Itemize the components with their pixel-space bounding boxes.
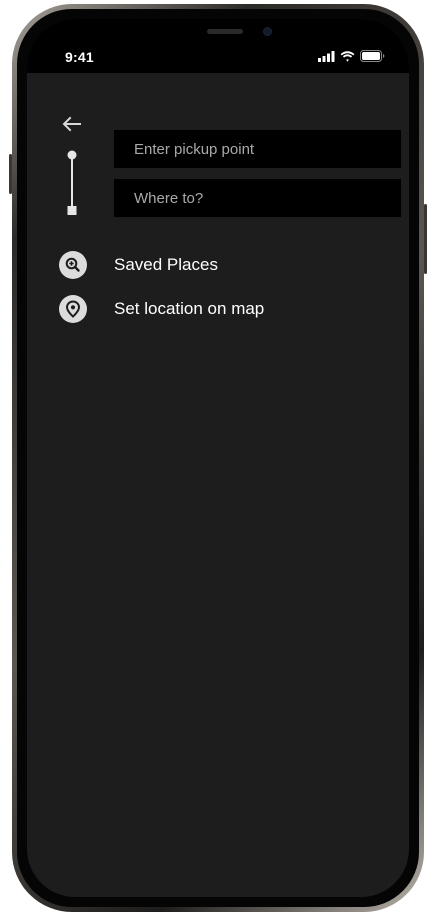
power-button: [424, 204, 427, 274]
route-indicator-icon: [67, 150, 77, 215]
location-pin-icon: [59, 295, 87, 323]
destination-input[interactable]: [114, 179, 401, 217]
status-bar: 9:41: [27, 19, 409, 73]
wifi-icon: [340, 50, 355, 62]
set-location-label: Set location on map: [114, 299, 265, 318]
phone-frame: 9:41 Enter pickup point Where to? Saved …: [9, 4, 427, 912]
phone-bezel: 9:41 Enter pickup point Where to? Saved …: [17, 9, 419, 907]
back-button[interactable]: [59, 111, 85, 137]
app-screen: 9:41 Enter pickup point Where to? Saved …: [27, 19, 409, 897]
status-time: 9:41: [65, 49, 94, 65]
front-camera: [263, 27, 272, 36]
volume-button: [9, 154, 12, 194]
search-zoom-icon: [59, 251, 87, 279]
pickup-input[interactable]: [114, 130, 401, 168]
set-location-option[interactable]: Set location on map: [59, 295, 264, 323]
battery-icon: [360, 50, 385, 62]
notch: [131, 19, 317, 49]
status-icons: [318, 50, 385, 62]
saved-places-label: Saved Places: [114, 255, 218, 274]
saved-places-option[interactable]: Saved Places: [59, 251, 218, 279]
speaker-grille: [207, 29, 243, 34]
arrow-left-icon: [62, 116, 81, 132]
cellular-signal-icon: [318, 50, 335, 62]
